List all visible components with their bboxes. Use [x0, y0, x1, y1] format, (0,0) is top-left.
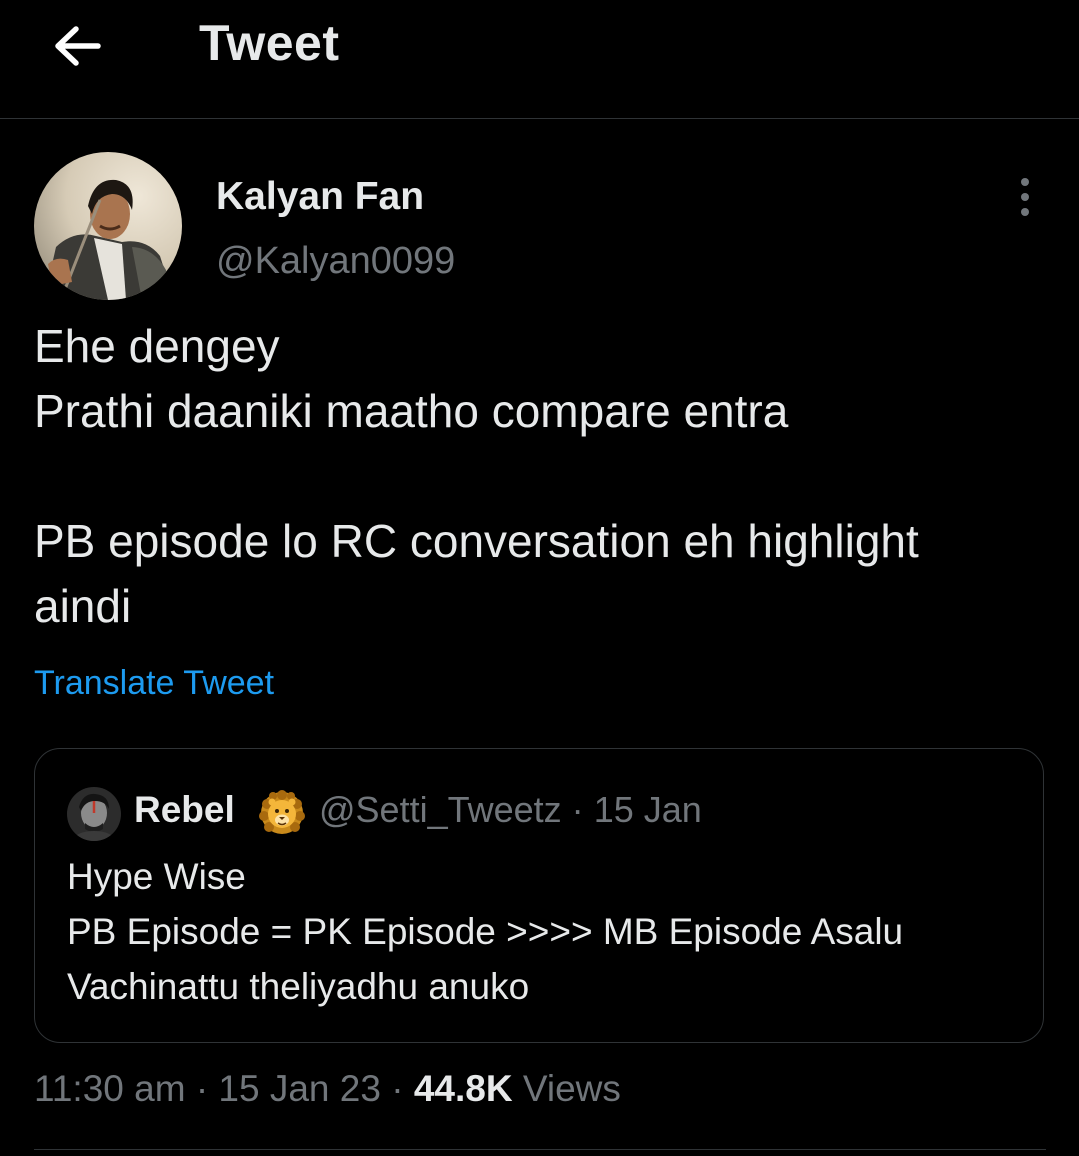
meta-separator: · [571, 789, 584, 830]
header-divider [0, 118, 1079, 119]
back-button[interactable] [50, 22, 106, 70]
tweet-time[interactable]: 11:30 am [34, 1068, 186, 1109]
author-handle[interactable]: @Kalyan0099 [216, 240, 455, 283]
quoted-avatar-image [67, 787, 121, 841]
quoted-text: Hype Wise PB Episode = PK Episode >>>> M… [67, 849, 1027, 1014]
tweet-date[interactable]: 15 Jan 23 [218, 1068, 381, 1109]
author-display-name[interactable]: Kalyan Fan [216, 175, 424, 219]
avatar-image [34, 152, 182, 300]
meta-separator: · [195, 1068, 209, 1109]
quoted-author-avatar [67, 787, 121, 841]
views-label: Views [522, 1068, 621, 1109]
author-avatar[interactable] [34, 152, 182, 300]
more-vertical-icon [1021, 178, 1029, 216]
arrow-left-icon [55, 26, 101, 66]
page-title: Tweet [199, 15, 340, 71]
tweet-text: Ehe dengey Prathi daaniki maatho compare… [34, 314, 1044, 639]
quoted-text-line: PB Episode = PK Episode >>>> MB Episode … [67, 911, 904, 952]
quoted-text-line: Vachinattu theliyadhu anuko [67, 966, 530, 1007]
meta-divider [34, 1149, 1046, 1150]
tweet-text-line: Prathi daaniki maatho compare entra [34, 385, 789, 437]
tweet-meta-row: 11:30 am · 15 Jan 23 · 44.8K Views [34, 1068, 621, 1110]
quoted-handle: @Setti_Tweetz [319, 789, 562, 830]
quoted-display-name: Rebel [134, 789, 235, 830]
views-count: 44.8K [413, 1068, 513, 1109]
quoted-date: 15 Jan [593, 789, 702, 830]
top-bar: Tweet [0, 0, 1079, 118]
tweet-text-line: PB episode lo RC conversation eh highlig… [34, 515, 919, 567]
meta-separator: · [391, 1068, 404, 1109]
lion-emoji-icon [259, 790, 305, 836]
tweet-text-line: Ehe dengey [34, 320, 280, 372]
quoted-tweet-card[interactable]: Rebel @Setti_Tweetz · 15 Jan Hype Wise P… [34, 748, 1044, 1043]
translate-tweet-link[interactable]: Translate Tweet [34, 664, 274, 703]
tweet-text-line: aindi [34, 580, 132, 632]
quoted-text-line: Hype Wise [67, 856, 246, 897]
quoted-meta: @Setti_Tweetz · 15 Jan [319, 789, 702, 831]
more-options-button[interactable] [1004, 174, 1046, 220]
